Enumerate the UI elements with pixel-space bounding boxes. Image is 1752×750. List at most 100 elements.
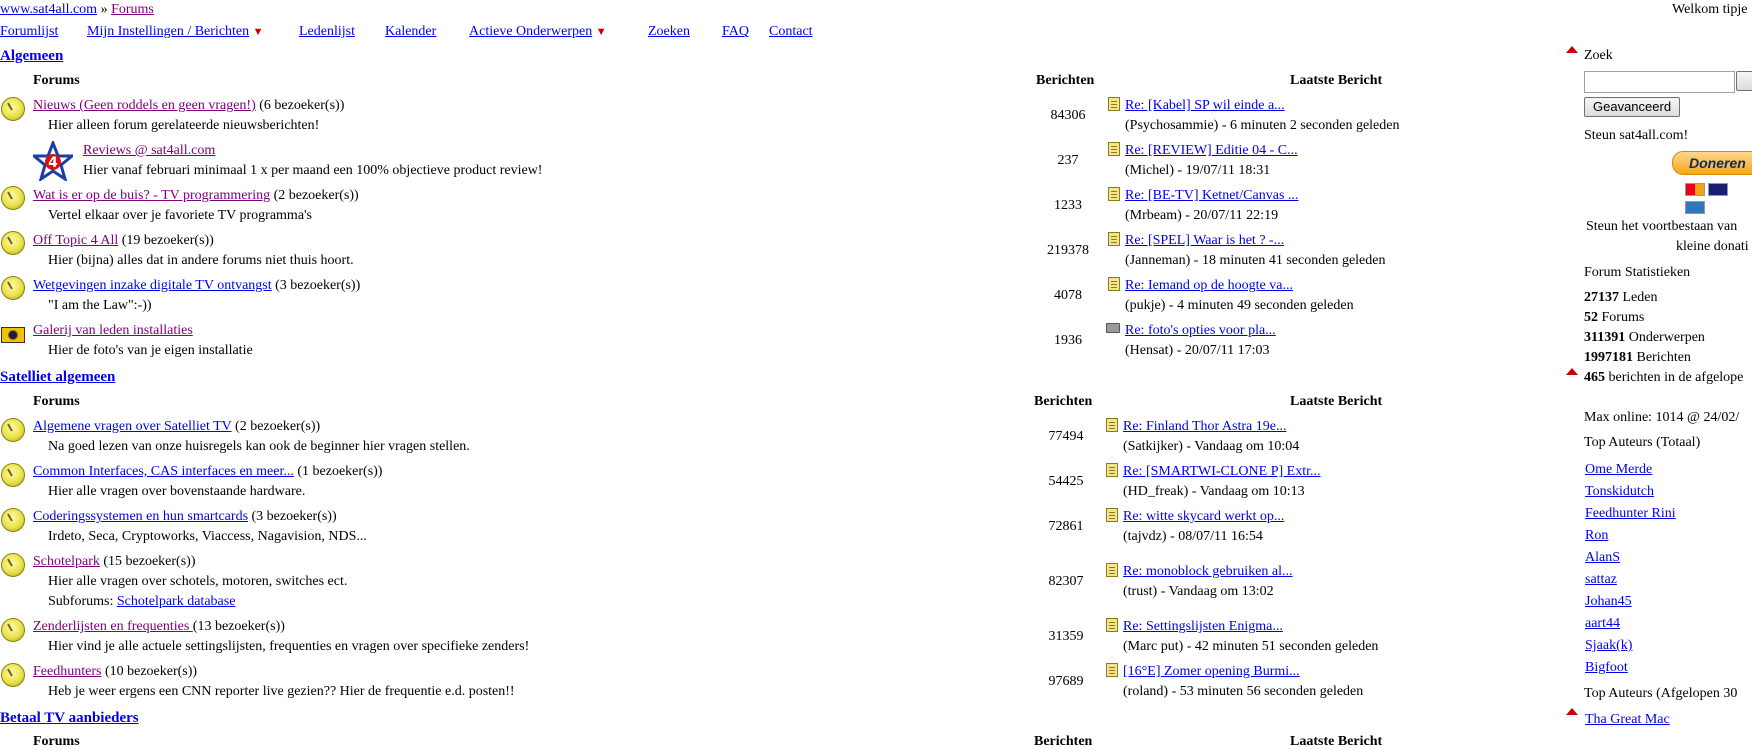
author-link[interactable]: sattaz <box>1585 572 1617 587</box>
stat-onderwerpen: 311391 Onderwerpen <box>1584 330 1705 346</box>
forum-description: Na goed lezen van onze huisregels kan oo… <box>48 439 470 454</box>
visa-icon <box>1708 183 1728 196</box>
column-header-berichten: Berichten <box>1034 734 1093 749</box>
last-post-link[interactable]: Re: monoblock gebruiken al... <box>1123 564 1293 579</box>
donate-button[interactable]: Doneren <box>1672 151 1752 175</box>
svg-text:4: 4 <box>48 155 58 171</box>
nav-actieve[interactable]: Actieve Onderwerpen ▼ <box>469 24 607 40</box>
author-link[interactable]: Ron <box>1585 528 1608 543</box>
forum-description: Hier alle vragen over schotels, motoren,… <box>48 574 348 589</box>
forum-description: Hier alle vragen over bovenstaande hardw… <box>48 484 306 499</box>
nav-forumlijst[interactable]: Forumlijst <box>0 24 58 39</box>
last-post-link[interactable]: Re: Finland Thor Astra 19e... <box>1123 419 1286 434</box>
stat-label: berichten in de afgelope <box>1605 370 1744 385</box>
stat-label: Berichten <box>1633 350 1691 365</box>
forum-visitors: (2 bezoeker(s)) <box>235 419 321 434</box>
subforum-link[interactable]: Schotelpark database <box>117 594 236 609</box>
column-header-forums: Forums <box>33 73 80 88</box>
author-link[interactable]: Ome Merde <box>1585 462 1652 477</box>
last-post-link[interactable]: [16°E] Zomer opening Burmi... <box>1123 664 1300 679</box>
nav-zoeken[interactable]: Zoeken <box>648 24 690 39</box>
forum-link[interactable]: Coderingssystemen en hun smartcards <box>33 509 248 524</box>
stat-number: 27137 <box>1584 290 1619 305</box>
nav-faq[interactable]: FAQ <box>722 24 749 39</box>
last-post-author: (tajvdz) - 08/07/11 16:54 <box>1123 529 1263 544</box>
forum-visitors: (1 bezoeker(s)) <box>297 464 383 479</box>
reviews-star-icon: 4 <box>33 141 73 181</box>
forum-description: Hier de foto's van je eigen installatie <box>48 343 253 358</box>
stat-number: 311391 <box>1584 330 1626 345</box>
forum-link[interactable]: Wetgevingen inzake digitale TV ontvangst <box>33 278 272 293</box>
forum-link[interactable]: Wat is er op de buis? - TV programmering <box>33 188 270 203</box>
stat-number: 52 <box>1584 310 1598 325</box>
search-submit-button[interactable] <box>1736 71 1752 91</box>
last-post-author: (Janneman) - 18 minuten 41 seconden gele… <box>1125 253 1386 268</box>
dropdown-arrow-icon[interactable]: ▼ <box>253 26 264 38</box>
last-post-link[interactable]: Re: witte skycard werkt op... <box>1123 509 1284 524</box>
stat-label: Forums <box>1598 310 1645 325</box>
last-post-link[interactable]: Re: [SPEL] Waar is het ? -... <box>1125 233 1284 248</box>
column-header-forums: Forums <box>33 734 80 749</box>
author-link[interactable]: Sjaak(k) <box>1585 638 1632 653</box>
forum-description: Irdeto, Seca, Cryptoworks, Viaccess, Nag… <box>48 529 367 544</box>
nav-kalender[interactable]: Kalender <box>385 24 436 39</box>
search-input[interactable] <box>1584 71 1735 93</box>
author-link[interactable]: Tonskidutch <box>1585 484 1654 499</box>
collapse-arrow-icon[interactable] <box>1566 708 1578 715</box>
author-link[interactable]: Tha Great Mac <box>1585 712 1670 727</box>
nav-actieve-label[interactable]: Actieve Onderwerpen <box>469 24 592 39</box>
forum-link[interactable]: Zenderlijsten en frequenties <box>33 619 193 634</box>
column-header-laatste: Laatste Bericht <box>1290 394 1383 409</box>
forum-bulb-icon <box>1 276 25 300</box>
forum-link[interactable]: Schotelpark <box>33 554 100 569</box>
last-post-link[interactable]: Re: [Kabel] SP wil einde a... <box>1125 98 1285 113</box>
nav-instellingen[interactable]: Mijn Instellingen / Berichten ▼ <box>87 24 264 40</box>
forum-post-count: 82307 <box>1048 574 1084 589</box>
forum-link[interactable]: Reviews @ sat4all.com <box>83 143 215 158</box>
dropdown-arrow-icon[interactable]: ▼ <box>596 26 607 38</box>
nav-instellingen-label[interactable]: Mijn Instellingen / Berichten <box>87 24 249 39</box>
forum-visitors: (2 bezoeker(s)) <box>273 188 359 203</box>
last-post-link[interactable]: Re: foto's opties voor pla... <box>1125 323 1276 338</box>
forum-post-count: 1233 <box>1054 198 1082 213</box>
post-icon <box>1106 463 1118 477</box>
last-post-link[interactable]: Re: [REVIEW] Editie 04 - C... <box>1125 143 1298 158</box>
author-link[interactable]: aart44 <box>1585 616 1620 631</box>
forum-link[interactable]: Off Topic 4 All <box>33 233 118 248</box>
nav-ledenlijst[interactable]: Ledenlijst <box>299 24 355 39</box>
post-icon <box>1108 232 1120 246</box>
nav-contact[interactable]: Contact <box>769 24 813 39</box>
post-icon <box>1108 277 1120 291</box>
forum-bulb-icon <box>1 618 25 642</box>
top-authors-30-title: Top Auteurs (Afgelopen 30 <box>1584 686 1738 701</box>
breadcrumb-site-link[interactable]: www.sat4all.com <box>0 2 97 17</box>
author-link[interactable]: Bigfoot <box>1585 660 1628 675</box>
max-online: Max online: 1014 @ 24/02/ <box>1584 410 1740 425</box>
collapse-arrow-icon[interactable] <box>1566 46 1578 53</box>
section-title-algemeen[interactable]: Algemeen <box>0 48 63 65</box>
support-line-1: Steun het voortbestaan van <box>1586 219 1738 234</box>
forum-post-count: 77494 <box>1048 429 1084 444</box>
forum-link[interactable]: Galerij van leden installaties <box>33 323 193 338</box>
forum-link[interactable]: Common Interfaces, CAS interfaces en mee… <box>33 464 294 479</box>
advanced-search-button[interactable]: Geavanceerd <box>1584 97 1681 117</box>
stat-number: 1997181 <box>1584 350 1633 365</box>
author-link[interactable]: Johan45 <box>1585 594 1632 609</box>
breadcrumb-forums-link[interactable]: Forums <box>111 2 154 17</box>
last-post-author: (Marc put) - 42 minuten 51 seconden gele… <box>1123 639 1379 654</box>
section-title-satelliet[interactable]: Satelliet algemeen <box>0 369 115 386</box>
forum-link[interactable]: Feedhunters <box>33 664 101 679</box>
forum-bulb-icon <box>1 418 25 442</box>
collapse-arrow-icon[interactable] <box>1566 368 1578 375</box>
last-post-link[interactable]: Re: Settingslijsten Enigma... <box>1123 619 1283 634</box>
last-post-link[interactable]: Re: [BE-TV] Ketnet/Canvas ... <box>1125 188 1298 203</box>
last-post-link[interactable]: Re: Iemand op de hoogte va... <box>1125 278 1293 293</box>
forum-link[interactable]: Nieuws (Geen roddels en geen vragen!) <box>33 98 256 113</box>
author-link[interactable]: Feedhunter Rini <box>1585 506 1676 521</box>
author-link[interactable]: AlanS <box>1585 550 1620 565</box>
last-post-link[interactable]: Re: [SMARTWI-CLONE P] Extr... <box>1123 464 1320 479</box>
section-title-betaal-tv[interactable]: Betaal TV aanbieders <box>0 710 139 727</box>
forum-link[interactable]: Algemene vragen over Satelliet TV <box>33 419 232 434</box>
stats-title: Forum Statistieken <box>1584 265 1691 280</box>
forum-post-count: 1936 <box>1054 333 1082 348</box>
